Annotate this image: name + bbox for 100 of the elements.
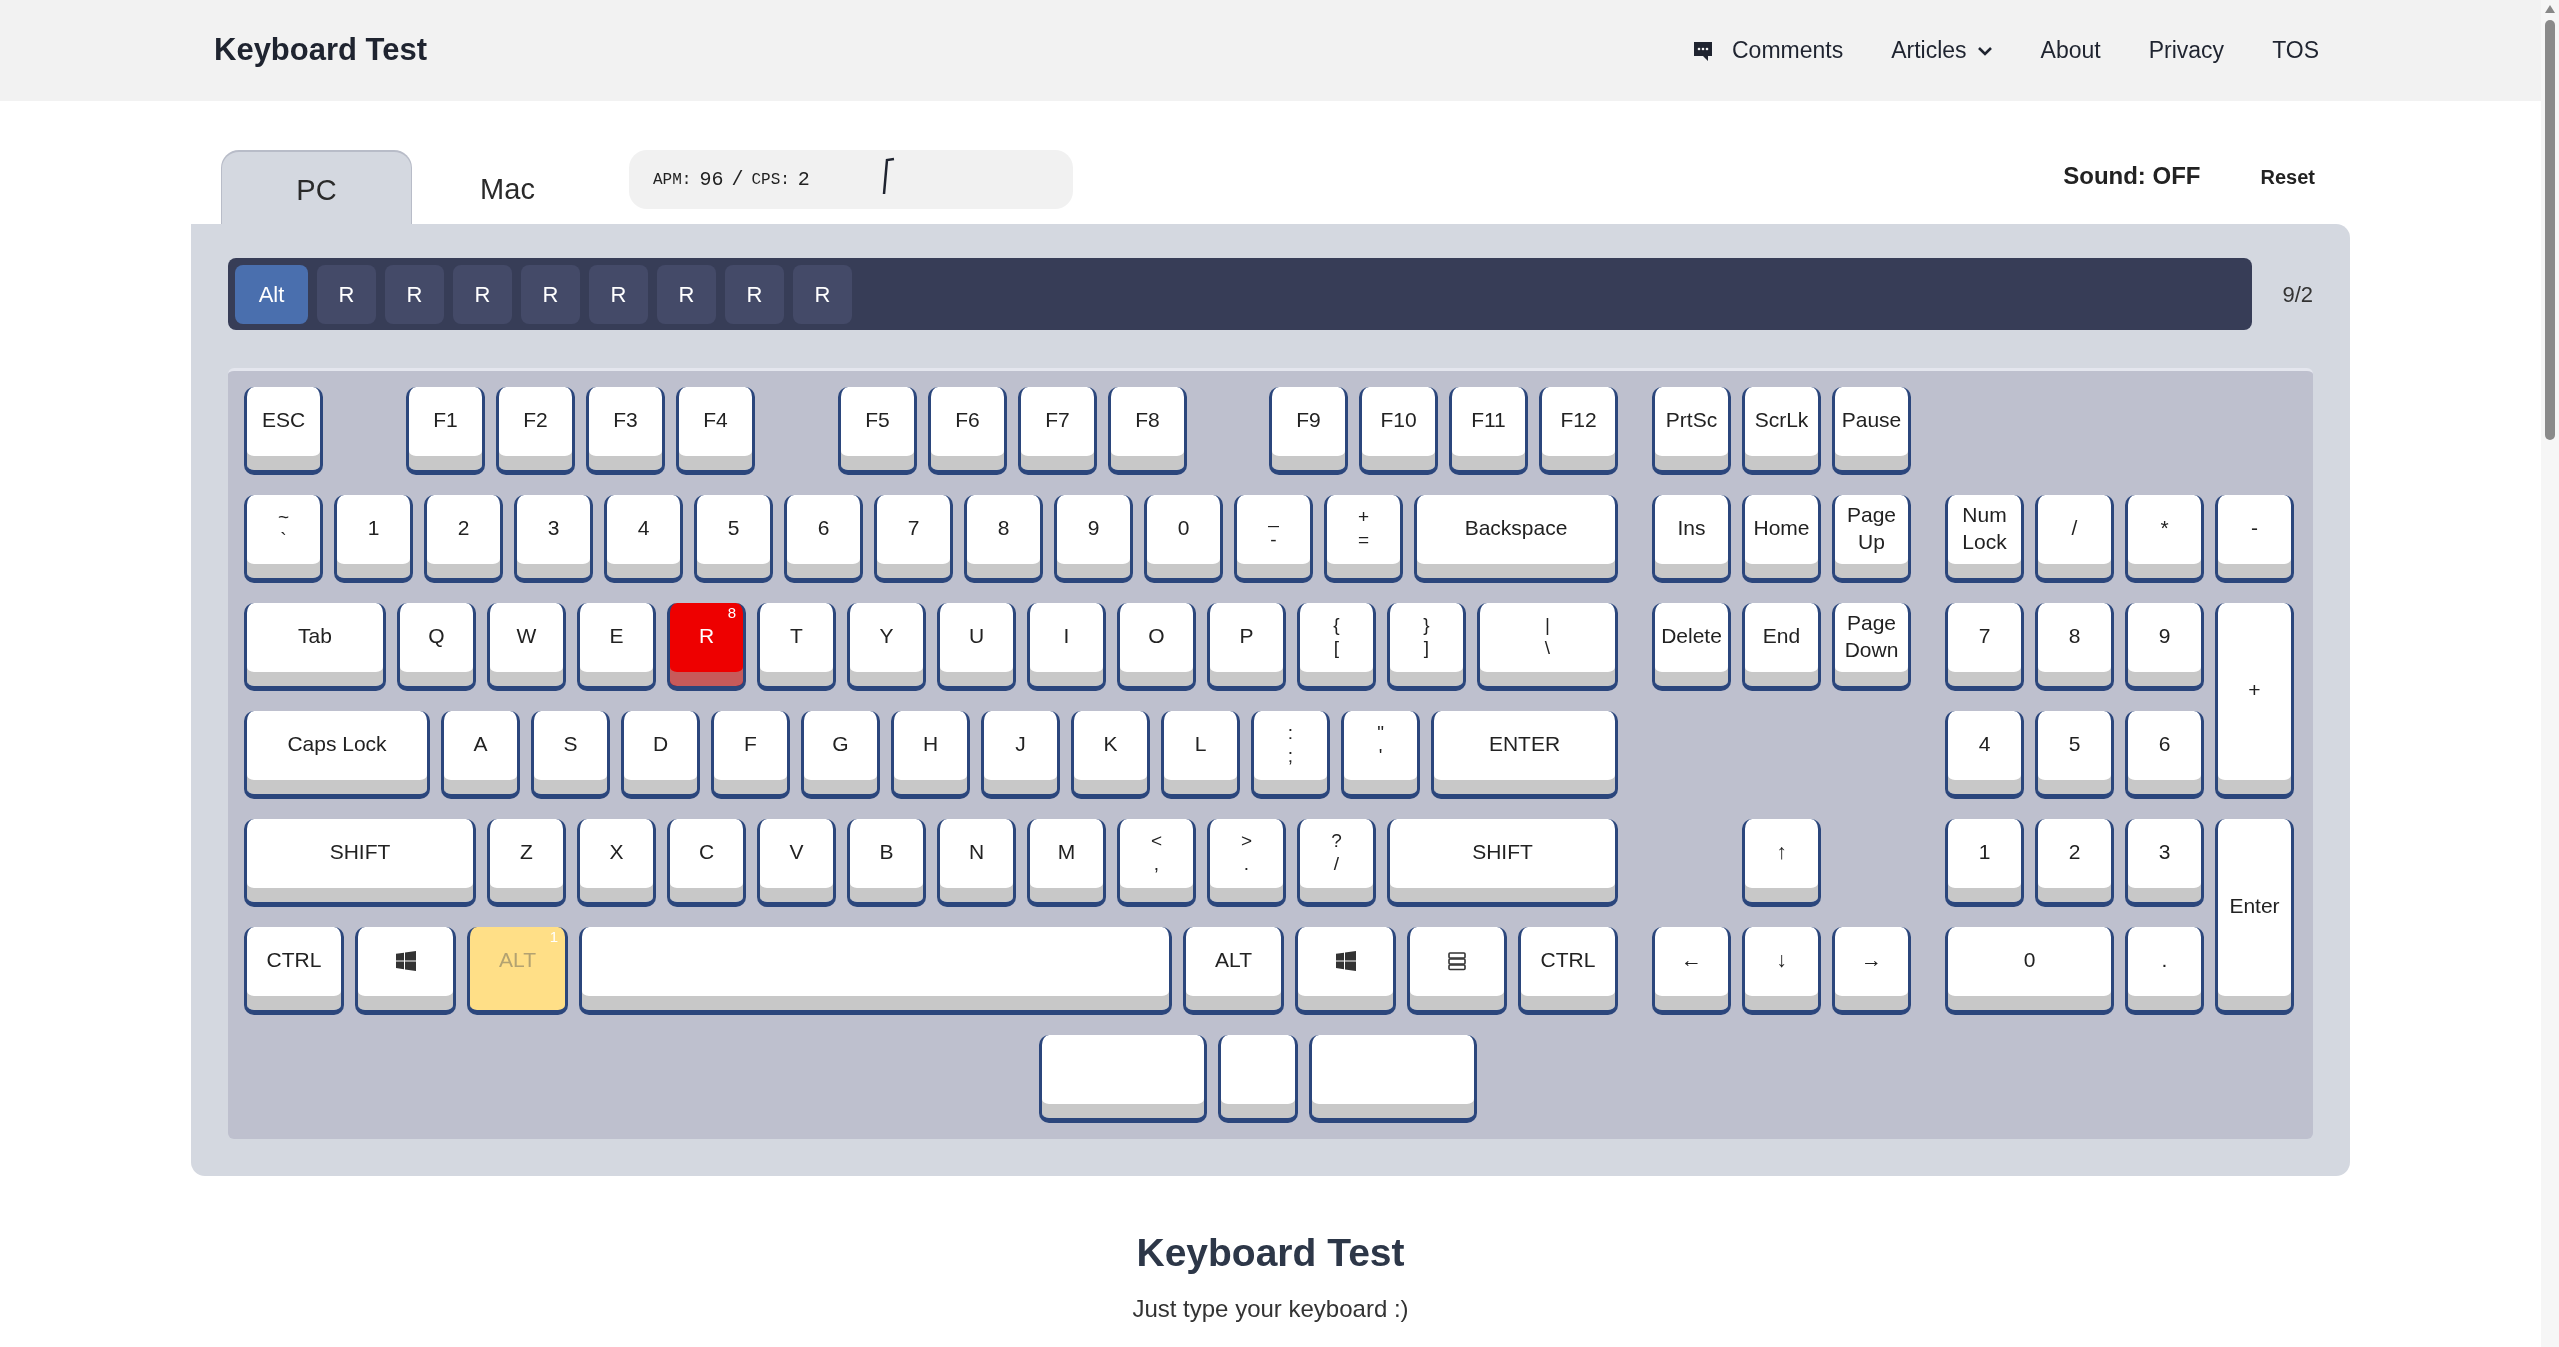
key[interactable]: / [2035,495,2114,583]
key[interactable]: { [ [1297,603,1376,691]
key[interactable]: 8 [964,495,1043,583]
key[interactable]: Backspace [1414,495,1618,583]
nav-dropdown[interactable]: Articles [1891,33,1993,68]
key[interactable] [1407,927,1507,1015]
key[interactable]: F1 [406,387,485,475]
nav-link[interactable]: TOS [2272,33,2319,68]
key[interactable]: T [757,603,836,691]
key[interactable]: " ' [1341,711,1420,799]
key[interactable]: → [1832,927,1911,1015]
key[interactable]: ENTER [1431,711,1618,799]
key[interactable]: 3 [514,495,593,583]
key[interactable]: 2 [424,495,503,583]
key[interactable]: ~ ` [244,495,323,583]
key[interactable]: 3 [2125,819,2204,907]
key[interactable]: 0 [1144,495,1223,583]
key[interactable]: | \ [1477,603,1618,691]
reset-button[interactable]: Reset [2260,162,2315,192]
key[interactable]: M [1027,819,1106,907]
key[interactable]: C [667,819,746,907]
key[interactable]: 9 [2125,603,2204,691]
key[interactable]: K [1071,711,1150,799]
key[interactable]: Delete [1652,603,1731,691]
key[interactable]: A [441,711,520,799]
key[interactable]: Num Lock [1945,495,2024,583]
key[interactable]: Pause [1832,387,1911,475]
key[interactable]: W [487,603,566,691]
key[interactable] [1295,927,1396,1015]
nav-link[interactable]: About [2040,33,2101,68]
platform-tab[interactable]: Mac [412,150,603,224]
key[interactable]: 2 [2035,819,2114,907]
key[interactable]: ScrLk [1742,387,1821,475]
blank-key[interactable] [1218,1035,1298,1123]
key[interactable]: N [937,819,1016,907]
key[interactable]: F3 [586,387,665,475]
key[interactable]: E [577,603,656,691]
key[interactable]: F4 [676,387,755,475]
key[interactable]: F8 [1108,387,1187,475]
key[interactable]: H [891,711,970,799]
key[interactable]: Page Down [1832,603,1911,691]
key[interactable]: ESC [244,387,323,475]
key[interactable]: I [1027,603,1106,691]
key[interactable]: 1 [1945,819,2024,907]
key[interactable]: SHIFT [1387,819,1618,907]
key[interactable]: F7 [1018,387,1097,475]
scrollbar-thumb[interactable] [2545,20,2555,440]
key[interactable]: X [577,819,656,907]
key[interactable]: 8 [2035,603,2114,691]
scrollbar[interactable] [2541,0,2559,1347]
key[interactable]: F5 [838,387,917,475]
key[interactable]: : ; [1251,711,1330,799]
key[interactable]: ? / [1297,819,1376,907]
key[interactable]: < , [1117,819,1196,907]
key[interactable]: SHIFT [244,819,476,907]
key[interactable]: S [531,711,610,799]
key[interactable]: F9 [1269,387,1348,475]
sound-toggle[interactable]: Sound: OFF [2063,158,2201,194]
key[interactable]: 7 [1945,603,2024,691]
blank-key[interactable] [1309,1035,1477,1123]
key[interactable]: P [1207,603,1286,691]
key[interactable]: F11 [1449,387,1528,475]
nav-link[interactable]: Privacy [2148,33,2225,68]
key[interactable]: 9 [1054,495,1133,583]
key[interactable]: * [2125,495,2204,583]
key[interactable]: Caps Lock [244,711,430,799]
key[interactable]: Ins [1652,495,1731,583]
key[interactable]: 6 [2125,711,2204,799]
key[interactable]: } ] [1387,603,1466,691]
key[interactable]: L [1161,711,1240,799]
key[interactable]: D [621,711,700,799]
key[interactable]: ALT [1183,927,1284,1015]
key[interactable]: 4 [604,495,683,583]
key[interactable]: + [2215,603,2294,799]
key[interactable]: Y [847,603,926,691]
nav-link[interactable]: Comments [1692,33,1844,68]
key[interactable]: F [711,711,790,799]
key[interactable]: 6 [784,495,863,583]
key[interactable]: 1 [334,495,413,583]
key[interactable]: F2 [496,387,575,475]
key[interactable]: 7 [874,495,953,583]
key[interactable]: Home [1742,495,1821,583]
key[interactable]: 4 [1945,711,2024,799]
platform-tab[interactable]: PC [221,150,412,224]
scroll-up-icon[interactable] [2544,4,2556,14]
key[interactable]: ← [1652,927,1731,1015]
key[interactable]: End [1742,603,1821,691]
key[interactable]: R 8 [667,603,746,691]
key[interactable]: _ - [1234,495,1313,583]
key[interactable]: J [981,711,1060,799]
key[interactable]: 5 [694,495,773,583]
key[interactable]: CTRL [1518,927,1618,1015]
key[interactable]: . [2125,927,2204,1015]
blank-key[interactable] [579,927,1172,1015]
key[interactable]: Tab [244,603,386,691]
key[interactable]: F6 [928,387,1007,475]
key[interactable]: Z [487,819,566,907]
key[interactable]: CTRL [244,927,344,1015]
key[interactable]: - [2215,495,2294,583]
key[interactable]: ↑ [1742,819,1821,907]
